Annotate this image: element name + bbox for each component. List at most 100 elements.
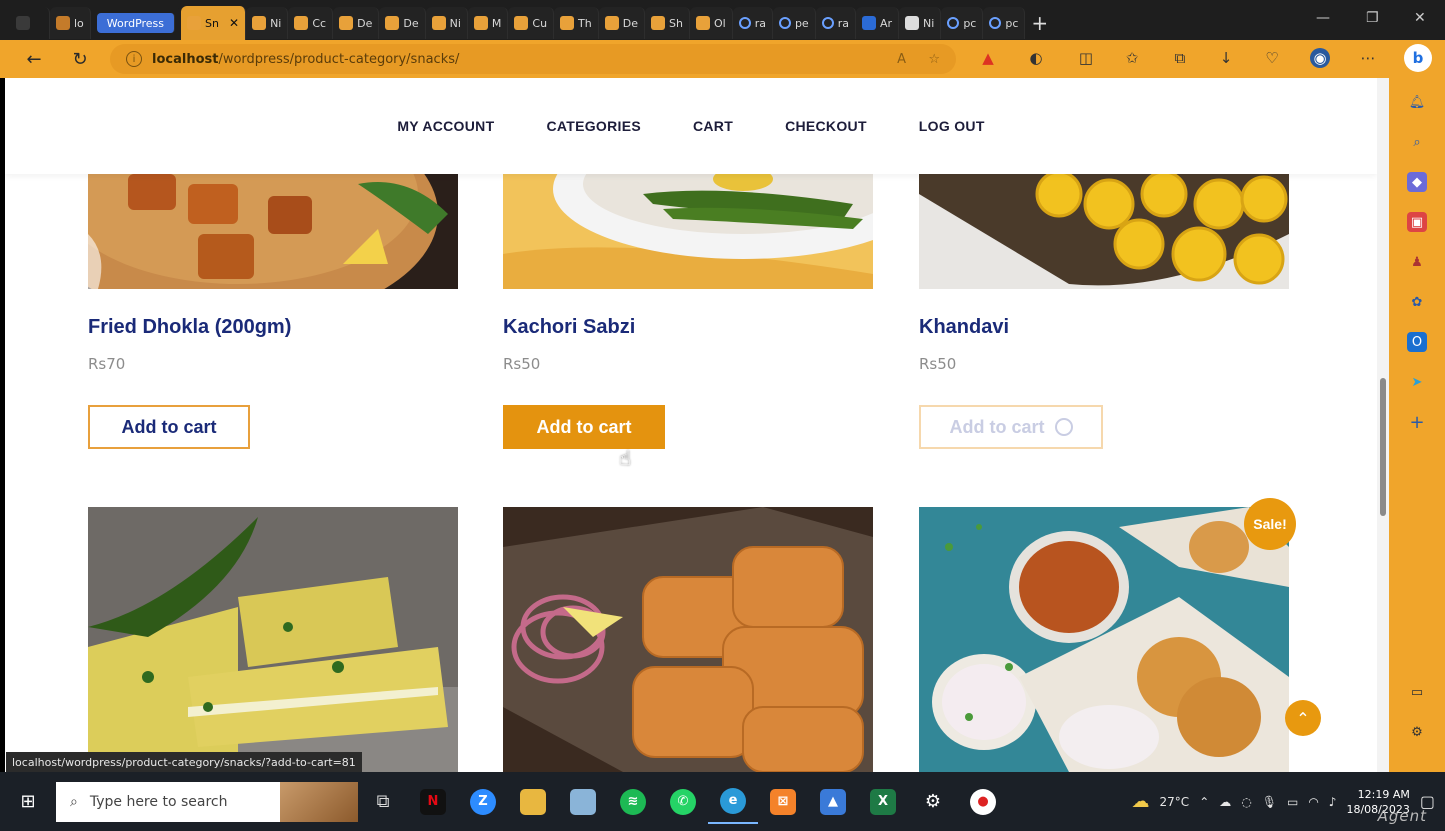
close-window-button[interactable]: ✕ (1414, 10, 1426, 26)
nav-checkout[interactable]: CHECKOUT (785, 118, 867, 134)
battery-icon[interactable]: ▭ (1287, 795, 1298, 809)
tab-active[interactable]: Sn ✕ (181, 6, 247, 40)
tab-5[interactable]: De (333, 7, 380, 39)
search-icon[interactable]: ⌕ (1407, 132, 1427, 152)
settings-gear-icon[interactable]: ⚙ (1407, 722, 1427, 742)
games-icon[interactable]: ♟ (1407, 252, 1427, 272)
telegram-icon[interactable]: ➤ (1407, 372, 1427, 392)
tab-15[interactable]: pe (772, 7, 816, 39)
spotify-icon[interactable]: ≋ (608, 780, 658, 824)
workspace-button[interactable] (10, 7, 50, 39)
add-sidebar-icon[interactable]: + (1407, 412, 1427, 433)
edge-browser-icon[interactable]: e (708, 780, 758, 824)
excel-icon[interactable]: X (858, 780, 908, 824)
restore-button[interactable]: ❐ (1366, 10, 1379, 26)
extension-icon[interactable]: ◐ (1026, 48, 1046, 68)
pdf-icon[interactable]: ▲ (978, 48, 998, 68)
hand-cursor-icon: ☝ (619, 446, 632, 470)
bell-icon[interactable]: 🔔︎ (1407, 92, 1427, 112)
bing-copilot-icon[interactable]: b (1404, 44, 1432, 72)
tab-3[interactable]: Ni (246, 7, 289, 39)
tab-10[interactable]: Th (554, 7, 599, 39)
collections-icon[interactable]: ⧉ (1170, 48, 1190, 68)
tab-11[interactable]: De (598, 7, 645, 39)
minimize-button[interactable]: — (1316, 10, 1330, 26)
zoom-icon[interactable]: Z (458, 780, 508, 824)
taskbar-search-box[interactable]: ⌕ Type here to search (56, 781, 358, 822)
network-icon[interactable]: ☁ (1219, 795, 1231, 809)
downloads-icon[interactable]: ↓ (1216, 48, 1236, 68)
onedrive-icon[interactable]: ◌ (1241, 795, 1251, 809)
tab-4[interactable]: Cc (288, 7, 334, 39)
tab-13[interactable]: Ol (689, 7, 733, 39)
tab-9[interactable]: Cu (508, 7, 555, 39)
tab-16[interactable]: ra (815, 7, 856, 39)
microphone-icon[interactable]: 🎙︎ (1262, 795, 1277, 809)
menu-dots-icon[interactable]: ⋯ (1358, 48, 1378, 68)
product-image-bread-pakoda[interactable] (503, 507, 873, 772)
split-screen-icon[interactable]: ◫ (1076, 48, 1096, 68)
tab-group-wordpress[interactable]: WordPress (90, 7, 182, 39)
nav-cart[interactable]: CART (693, 118, 733, 134)
tab-20[interactable]: pc (983, 7, 1026, 39)
tab-12[interactable]: Sh (645, 7, 690, 39)
read-aloud-icon[interactable]: A (897, 52, 906, 67)
product-name-fried-dhokla[interactable]: Fried Dhokla (200gm) (88, 316, 291, 339)
nav-my-account[interactable]: MY ACCOUNT (397, 118, 494, 134)
nav-categories[interactable]: CATEGORIES (546, 118, 641, 134)
tab-close-icon[interactable]: ✕ (229, 16, 239, 30)
add-to-cart-button-loading[interactable]: Add to cart (919, 405, 1103, 449)
xampp-icon[interactable]: ⊠ (758, 780, 808, 824)
whatsapp-icon[interactable]: ✆ (658, 780, 708, 824)
product-name-khandavi[interactable]: Khandavi (919, 316, 1009, 339)
address-bar[interactable]: i localhost/wordpress/product-category/s… (110, 44, 956, 74)
tab-8[interactable]: M (467, 7, 509, 39)
tab-19[interactable]: pc (941, 7, 984, 39)
tab-18[interactable]: Ni (899, 7, 942, 39)
scrollbar-thumb[interactable] (1380, 378, 1386, 516)
nav-log-out[interactable]: LOG OUT (919, 118, 985, 134)
tools-icon[interactable]: ▣ (1407, 212, 1427, 232)
product-name-kachori-sabzi[interactable]: Kachori Sabzi (503, 316, 635, 339)
scroll-to-top-button[interactable]: ⌃ (1285, 700, 1321, 736)
outlook-icon[interactable]: O (1407, 332, 1427, 352)
page-scrollbar[interactable] (1377, 78, 1389, 772)
favorites-icon[interactable]: ✩ (1122, 48, 1142, 68)
info-icon[interactable]: i (126, 51, 142, 67)
task-view-icon[interactable]: ⧉ (358, 780, 408, 824)
add-to-cart-button[interactable]: Add to cart (88, 405, 250, 449)
tab-7[interactable]: Ni (425, 7, 468, 39)
volume-icon[interactable]: ♪ (1329, 795, 1337, 809)
tab-0[interactable]: lo (50, 7, 91, 39)
microsoft-365-icon[interactable]: ✿ (1407, 292, 1427, 312)
favorite-star-icon[interactable]: ☆ (928, 52, 940, 67)
weather-temp[interactable]: 27°C (1160, 795, 1190, 809)
sidebar-layout-icon[interactable]: ▭ (1407, 682, 1427, 702)
file-explorer-icon[interactable] (508, 780, 558, 824)
back-arrow-icon[interactable]: ← (16, 44, 52, 74)
app-icon[interactable] (558, 780, 608, 824)
profile-avatar[interactable]: ◉ (1310, 48, 1330, 68)
tab-6[interactable]: De (379, 7, 426, 39)
tray-chevron-icon[interactable]: ⌃ (1199, 795, 1209, 809)
tab-14[interactable]: ra (732, 7, 773, 39)
product-image-khandavi[interactable] (919, 174, 1289, 289)
tab-17[interactable]: Ar (855, 7, 900, 39)
product-image-fried-dhokla[interactable] (88, 174, 458, 289)
photos-icon[interactable]: ▲ (808, 780, 858, 824)
windows-start-button[interactable]: ⊞ (0, 780, 56, 824)
add-to-cart-label: Add to cart (121, 416, 217, 437)
recorder-icon[interactable]: ● (958, 780, 1008, 824)
weather-icon[interactable]: ☁ (1132, 791, 1150, 812)
shopping-tag-icon[interactable]: ◆ (1407, 172, 1427, 192)
add-to-cart-button[interactable]: Add to cart (503, 405, 665, 449)
refresh-icon[interactable]: ↻ (62, 44, 98, 74)
wifi-icon[interactable]: ◠ (1308, 795, 1318, 809)
settings-gear-icon[interactable]: ⚙ (908, 780, 958, 824)
product-image-khaman-sandwich[interactable] (88, 507, 458, 772)
product-image-kachori-sabzi[interactable] (503, 174, 873, 289)
netflix-icon[interactable]: N (408, 780, 458, 824)
new-tab-button[interactable]: + (1025, 7, 1055, 39)
performance-icon[interactable]: ♡ (1262, 48, 1282, 68)
product-image-pav-bhaji[interactable] (919, 507, 1289, 772)
